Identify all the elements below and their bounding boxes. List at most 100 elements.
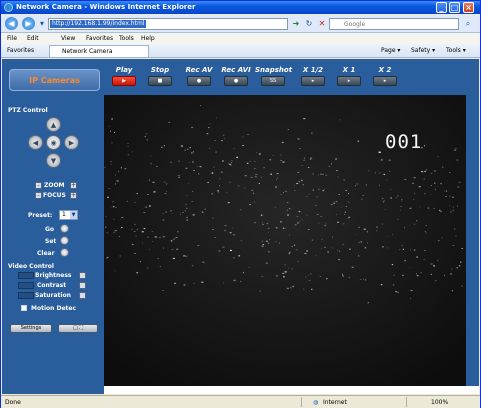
focus-label: FOCUS [43,192,66,199]
tools-menu[interactable]: Tools ▾ [446,47,466,54]
play-control[interactable]: Play ▶ [106,66,142,86]
zoom-level[interactable]: 100% [431,399,448,406]
globe-icon: ◍ [313,399,319,406]
chevron-down-icon: ▼ [70,211,77,219]
fullscreen-button[interactable]: □ ⛶ [58,324,98,333]
url-text[interactable]: http://192.168.1.99/index.html [50,20,147,28]
go-icon[interactable]: ➜ [291,19,301,29]
rec-avi-button[interactable]: ● [224,76,248,86]
control-panel: IP Cameras PTZ Control ▲ ◀ ◉ ▶ ▼ - ZOOM … [2,59,104,394]
contrast-plus-button[interactable] [79,282,86,289]
settings-button[interactable]: Settings [10,324,52,333]
brightness-plus-button[interactable] [79,272,86,279]
video-control-title: Video Control [8,263,54,270]
player-toolbar: Play ▶ Stop ■ Rec AV ● Rec AVI ● Snapsho… [104,59,479,95]
speed-half-button[interactable]: ▸ [301,76,325,86]
rec-av-label: Rec AV [185,66,213,74]
go-label: Go [45,226,55,233]
speed-half-control[interactable]: X 1/2 ▸ [295,66,331,86]
rec-av-button[interactable]: ● [187,76,211,86]
close-button[interactable]: × [463,2,474,13]
logo-text: IP Cameras [29,76,80,85]
ie-logo-icon [4,3,13,12]
play-button[interactable]: ▶ [112,76,136,86]
page-content: IP Cameras PTZ Control ▲ ◀ ◉ ▶ ▼ - ZOOM … [2,59,479,394]
window-title: Network Camera - Windows Internet Explor… [16,3,196,11]
ptz-title: PTZ Control [8,107,48,114]
minimize-button[interactable]: _ [436,2,447,13]
search-input[interactable]: Google [329,18,459,30]
status-text: Done [5,399,21,406]
saturation-minus-button[interactable] [18,292,34,299]
rec-av-control[interactable]: Rec AV ● [181,66,217,86]
saturation-plus-button[interactable] [79,292,86,299]
focus-in-button[interactable]: + [70,192,77,199]
preset-label: Preset: [28,212,53,219]
play-label: Play [115,66,133,74]
menu-tools[interactable]: Tools [119,35,134,42]
address-row: ◀ ▶ ▾ http://192.168.1.99/index.html ➜ ↻… [1,15,480,33]
dropdown-icon[interactable]: ▾ [37,19,47,29]
stop-button[interactable]: ■ [148,76,172,86]
brightness-minus-button[interactable] [18,272,34,279]
go-button[interactable] [60,224,69,233]
ptz-left-arrow-icon[interactable]: ◀ [28,135,43,150]
ptz-up-arrow-icon[interactable]: ▲ [46,117,61,132]
page-menu[interactable]: Page ▾ [381,47,400,54]
zoom-label: ZOOM [44,182,65,189]
speed-1x-button[interactable]: ▸ [337,76,361,86]
browser-window: Network Camera - Windows Internet Explor… [0,0,481,408]
page-bottom [104,386,479,394]
speed-2x-control[interactable]: X 2 ▸ [367,66,403,86]
safety-menu[interactable]: Safety ▾ [411,47,435,54]
zoom-in-button[interactable]: + [70,182,77,189]
camera-id-overlay: 001 [385,131,423,153]
rec-avi-label: Rec AVI [221,66,251,74]
contrast-label: Contrast [37,282,67,289]
zoom-out-button[interactable]: - [35,182,42,189]
snapshot-control[interactable]: Snapshot SS [255,66,293,86]
address-bar[interactable]: http://192.168.1.99/index.html [48,18,288,30]
status-bar: Done ◍ Internet 100% [1,395,480,408]
motion-detect-checkbox[interactable] [21,305,27,311]
saturation-label: Saturation [35,292,71,299]
speed-half-label: X 1/2 [302,66,324,74]
clear-button[interactable] [60,248,69,257]
menu-file[interactable]: File [7,35,17,42]
maximize-button[interactable]: □ [449,2,460,13]
back-button[interactable]: ◀ [5,17,18,30]
menu-edit[interactable]: Edit [27,35,39,42]
menu-view[interactable]: View [61,35,75,42]
favorites-button[interactable]: Favorites [7,47,34,54]
menu-help[interactable]: Help [141,35,155,42]
speed-1x-control[interactable]: X 1 ▸ [331,66,367,86]
preset-select[interactable]: 1 ▼ [59,210,78,220]
forward-button[interactable]: ▶ [22,17,35,30]
rec-avi-control[interactable]: Rec AVI ● [218,66,254,86]
speed-2x-button[interactable]: ▸ [373,76,397,86]
title-bar[interactable]: Network Camera - Windows Internet Explor… [1,1,480,14]
contrast-minus-button[interactable] [18,282,34,289]
snapshot-button[interactable]: SS [261,76,285,86]
tab-network-camera[interactable]: Network Camera [49,45,149,57]
focus-out-button[interactable]: - [35,192,42,199]
speed-1x-label: X 1 [342,66,356,74]
stop-icon[interactable]: ✕ [317,19,327,29]
video-feed[interactable]: 001 [104,95,466,386]
ptz-down-arrow-icon[interactable]: ▼ [46,153,61,168]
ptz-home-icon[interactable]: ◉ [46,135,61,150]
tab-row: Favorites Network Camera Page ▾ Safety ▾… [1,44,480,58]
ptz-right-arrow-icon[interactable]: ▶ [64,135,79,150]
menu-bar: File Edit View Favorites Tools Help [1,33,480,44]
clear-label: Clear [37,250,55,257]
refresh-icon[interactable]: ↻ [304,19,314,29]
set-label: Set [45,238,57,245]
menu-favorites[interactable]: Favorites [86,35,113,42]
snapshot-label: Snapshot [255,66,293,74]
video-side-strip [466,95,479,386]
zone-text: Internet [323,399,347,406]
search-icon[interactable]: ⌕ [463,19,473,29]
preset-value: 1 [62,211,66,218]
stop-control[interactable]: Stop ■ [142,66,178,86]
set-button[interactable] [60,236,69,245]
